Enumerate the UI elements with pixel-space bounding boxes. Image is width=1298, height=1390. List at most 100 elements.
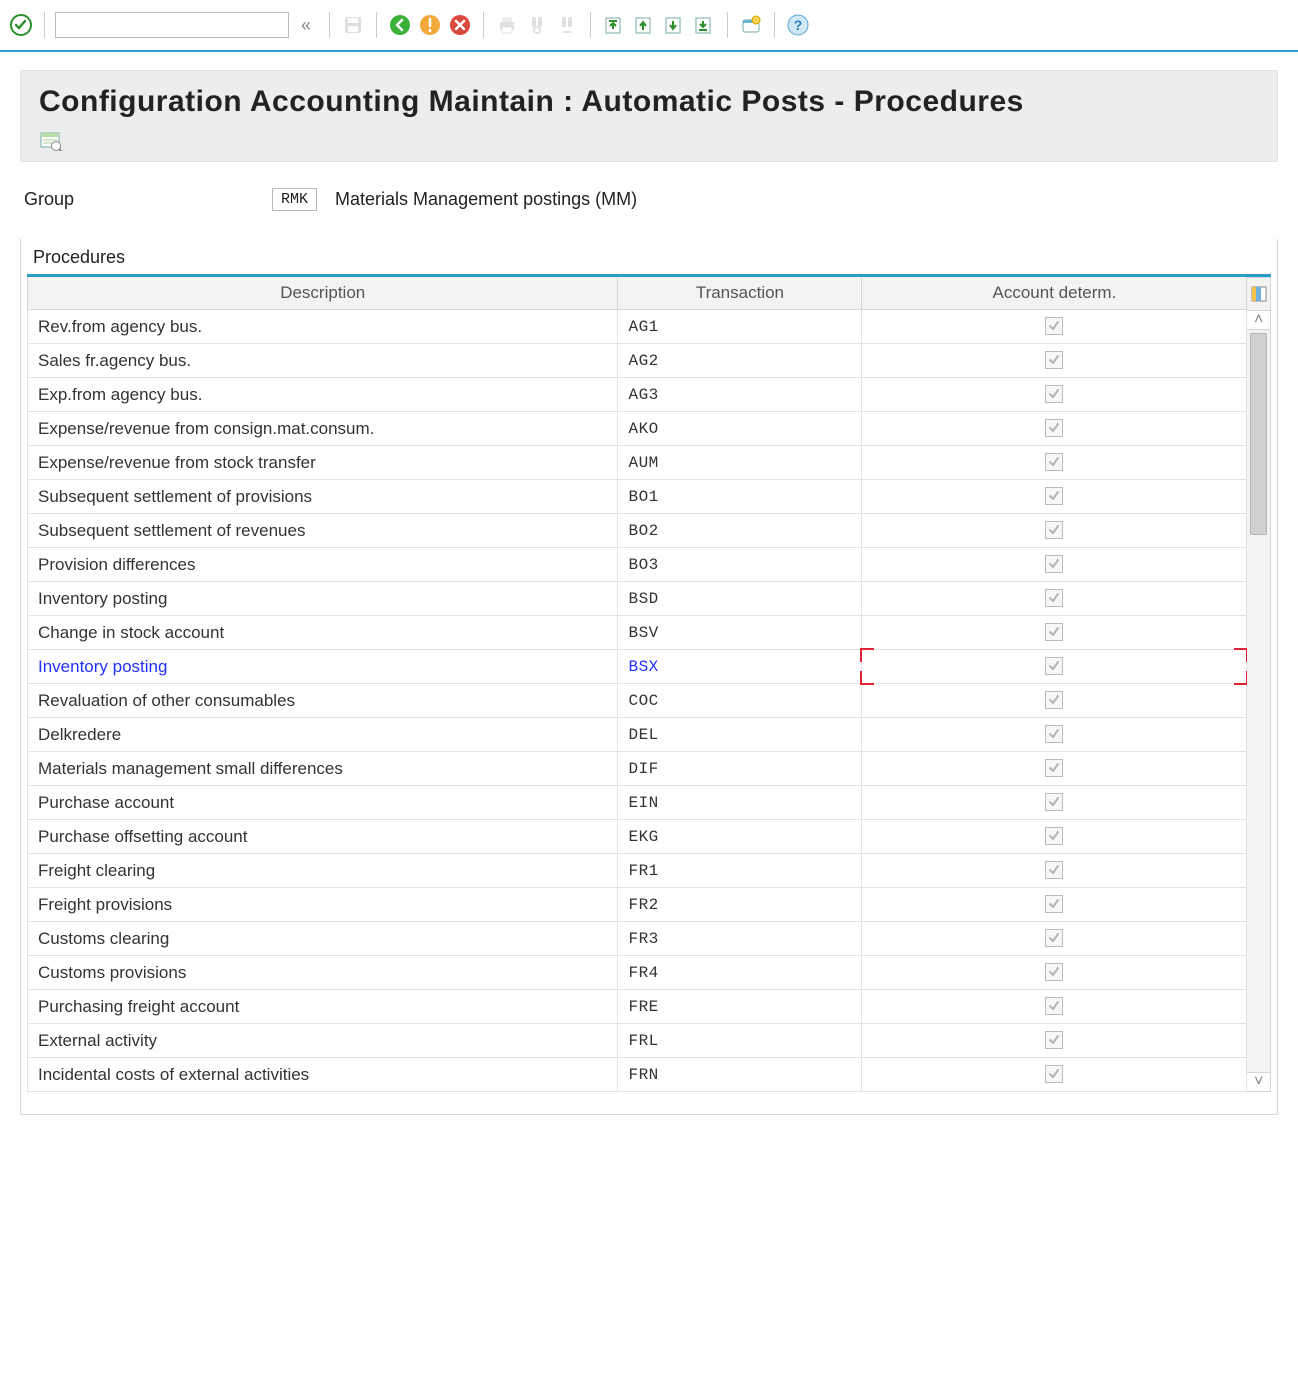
table-row[interactable]: Subsequent settlement of revenuesBO2 — [28, 514, 1247, 548]
first-page-button[interactable] — [601, 12, 627, 38]
cell-description[interactable]: Freight clearing — [28, 854, 618, 888]
cell-transaction[interactable]: EKG — [618, 820, 862, 854]
cell-transaction[interactable]: AG1 — [618, 310, 862, 344]
cell-description[interactable]: Freight provisions — [28, 888, 618, 922]
cell-description[interactable]: Customs provisions — [28, 956, 618, 990]
cell-account-determ[interactable] — [862, 1058, 1247, 1092]
cell-description[interactable]: External activity — [28, 1024, 618, 1058]
table-row[interactable]: Inventory postingBSX — [28, 650, 1247, 684]
cell-account-determ[interactable] — [862, 922, 1247, 956]
enter-button[interactable] — [8, 12, 34, 38]
cell-account-determ[interactable] — [862, 956, 1247, 990]
table-row[interactable]: DelkredereDEL — [28, 718, 1247, 752]
cell-account-determ[interactable] — [862, 582, 1247, 616]
cell-description[interactable]: Purchasing freight account — [28, 990, 618, 1024]
cell-account-determ[interactable] — [862, 616, 1247, 650]
cell-transaction[interactable]: BSV — [618, 616, 862, 650]
cell-transaction[interactable]: AG2 — [618, 344, 862, 378]
exit-button[interactable] — [417, 12, 443, 38]
cell-account-determ[interactable] — [862, 548, 1247, 582]
find-next-button[interactable] — [554, 12, 580, 38]
cell-transaction[interactable]: DIF — [618, 752, 862, 786]
table-row[interactable]: Provision differencesBO3 — [28, 548, 1247, 582]
cell-account-determ[interactable] — [862, 1024, 1247, 1058]
col-description[interactable]: Description — [28, 277, 618, 310]
cell-description[interactable]: Change in stock account — [28, 616, 618, 650]
cell-account-determ[interactable] — [862, 344, 1247, 378]
cell-description[interactable]: Materials management small differences — [28, 752, 618, 786]
cell-account-determ[interactable] — [862, 514, 1247, 548]
table-row[interactable]: Rev.from agency bus.AG1 — [28, 310, 1247, 344]
cell-transaction[interactable]: FR3 — [618, 922, 862, 956]
command-field[interactable] — [55, 12, 289, 38]
cell-description[interactable]: Inventory posting — [28, 650, 618, 684]
cell-transaction[interactable]: COC — [618, 684, 862, 718]
cell-account-determ[interactable] — [862, 446, 1247, 480]
cell-account-determ[interactable] — [862, 684, 1247, 718]
back-button[interactable] — [387, 12, 413, 38]
cell-transaction[interactable]: BO3 — [618, 548, 862, 582]
cell-transaction[interactable]: FR4 — [618, 956, 862, 990]
cell-description[interactable]: Purchase account — [28, 786, 618, 820]
cell-transaction[interactable]: BO2 — [618, 514, 862, 548]
cell-account-determ[interactable] — [862, 786, 1247, 820]
cell-transaction[interactable]: FR2 — [618, 888, 862, 922]
cell-transaction[interactable]: DEL — [618, 718, 862, 752]
column-config-button[interactable] — [1247, 277, 1271, 311]
cancel-button[interactable] — [447, 12, 473, 38]
cell-account-determ[interactable] — [862, 888, 1247, 922]
cell-transaction[interactable]: AUM — [618, 446, 862, 480]
cell-description[interactable]: Subsequent settlement of revenues — [28, 514, 618, 548]
table-row[interactable]: Freight clearingFR1 — [28, 854, 1247, 888]
cell-account-determ[interactable] — [862, 820, 1247, 854]
scroll-up-button[interactable]: ˄ — [1247, 311, 1270, 330]
cell-description[interactable]: Expense/revenue from consign.mat.consum. — [28, 412, 618, 446]
vertical-scrollbar[interactable]: ˄ ˅ — [1247, 311, 1271, 1092]
table-row[interactable]: Customs clearingFR3 — [28, 922, 1247, 956]
table-row[interactable]: Customs provisionsFR4 — [28, 956, 1247, 990]
last-page-button[interactable] — [691, 12, 717, 38]
cell-transaction[interactable]: FRN — [618, 1058, 862, 1092]
cell-account-determ[interactable] — [862, 412, 1247, 446]
command-history-prev[interactable]: « — [293, 12, 319, 38]
cell-transaction[interactable]: BO1 — [618, 480, 862, 514]
cell-description[interactable]: Revaluation of other consumables — [28, 684, 618, 718]
cell-description[interactable]: Exp.from agency bus. — [28, 378, 618, 412]
cell-description[interactable]: Provision differences — [28, 548, 618, 582]
cell-account-determ[interactable] — [862, 378, 1247, 412]
cell-transaction[interactable]: BSX — [618, 650, 862, 684]
cell-account-determ[interactable] — [862, 480, 1247, 514]
table-row[interactable]: Freight provisionsFR2 — [28, 888, 1247, 922]
table-row[interactable]: Incidental costs of external activitiesF… — [28, 1058, 1247, 1092]
cell-description[interactable]: Rev.from agency bus. — [28, 310, 618, 344]
table-row[interactable]: Subsequent settlement of provisionsBO1 — [28, 480, 1247, 514]
prev-page-button[interactable] — [631, 12, 657, 38]
cell-transaction[interactable]: BSD — [618, 582, 862, 616]
table-row[interactable]: External activityFRL — [28, 1024, 1247, 1058]
new-session-button[interactable] — [738, 12, 764, 38]
cell-description[interactable]: Inventory posting — [28, 582, 618, 616]
cell-transaction[interactable]: EIN — [618, 786, 862, 820]
cell-account-determ[interactable] — [862, 854, 1247, 888]
next-page-button[interactable] — [661, 12, 687, 38]
table-row[interactable]: Expense/revenue from stock transferAUM — [28, 446, 1247, 480]
cell-description[interactable]: Incidental costs of external activities — [28, 1058, 618, 1092]
cell-account-determ[interactable] — [862, 650, 1247, 684]
print-button[interactable] — [494, 12, 520, 38]
cell-transaction[interactable]: FRL — [618, 1024, 862, 1058]
table-row[interactable]: Inventory postingBSD — [28, 582, 1247, 616]
choose-button[interactable] — [39, 129, 1259, 151]
group-code-field[interactable]: RMK — [272, 188, 317, 211]
table-row[interactable]: Purchase offsetting accountEKG — [28, 820, 1247, 854]
table-row[interactable]: Purchase accountEIN — [28, 786, 1247, 820]
cell-description[interactable]: Delkredere — [28, 718, 618, 752]
cell-transaction[interactable]: AG3 — [618, 378, 862, 412]
table-row[interactable]: Materials management small differencesDI… — [28, 752, 1247, 786]
cell-transaction[interactable]: FRE — [618, 990, 862, 1024]
find-button[interactable] — [524, 12, 550, 38]
cell-transaction[interactable]: AKO — [618, 412, 862, 446]
scroll-thumb[interactable] — [1250, 333, 1267, 535]
col-account-determ[interactable]: Account determ. — [862, 277, 1247, 310]
cell-transaction[interactable]: FR1 — [618, 854, 862, 888]
cell-description[interactable]: Purchase offsetting account — [28, 820, 618, 854]
